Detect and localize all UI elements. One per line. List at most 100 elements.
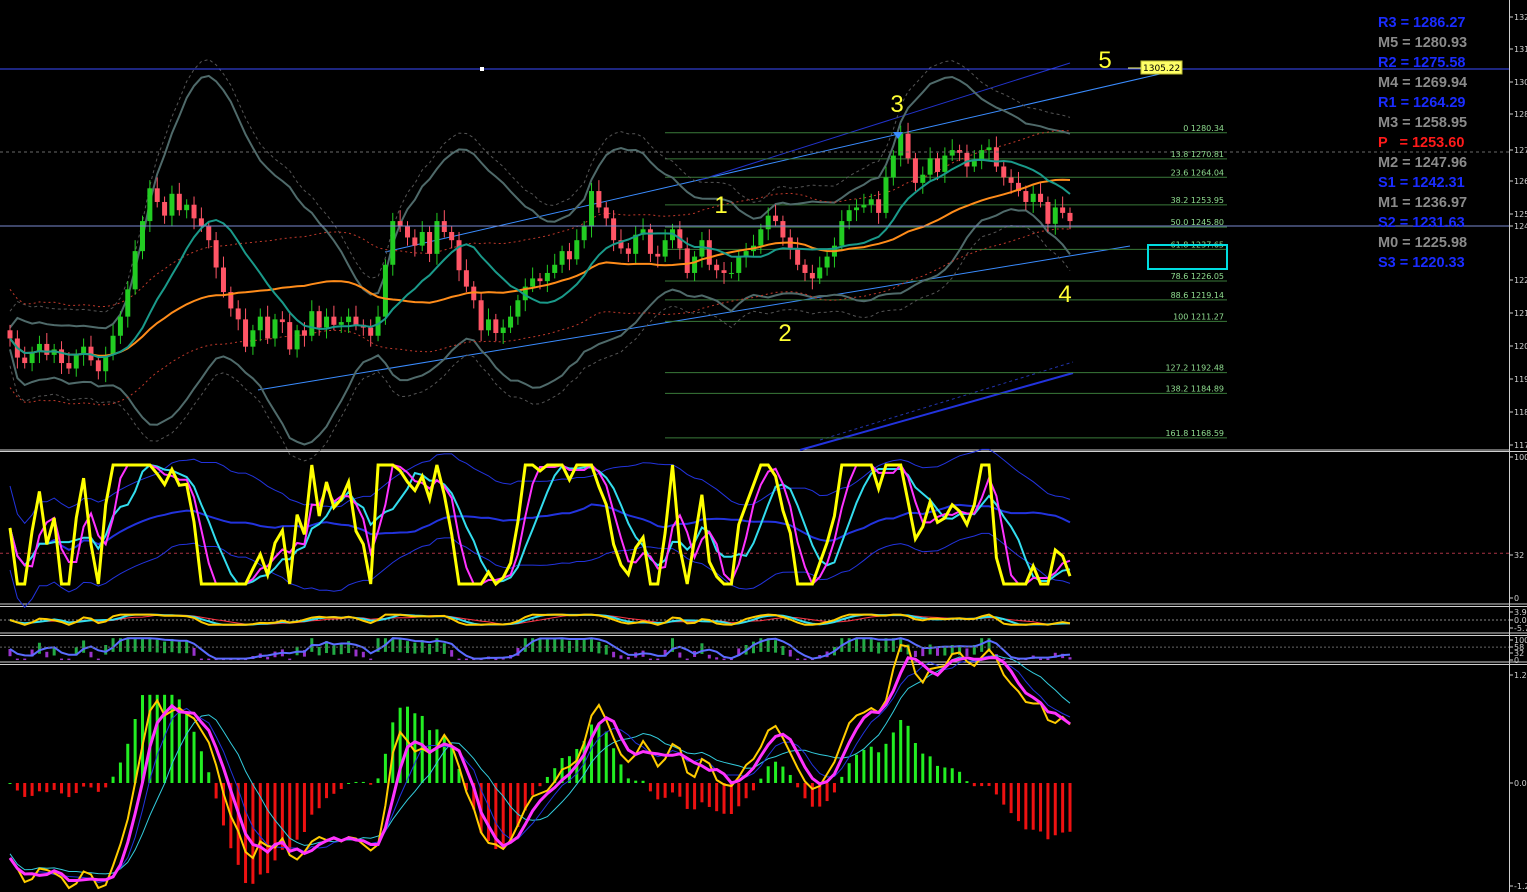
volume-osc-bar [450,650,454,657]
pivot-level: M4 = 1269.94 [1378,75,1468,91]
macd-hist-bar [958,771,962,783]
candle-body [235,308,241,320]
candle-body [7,330,13,339]
macd-hist-bar [994,783,998,795]
macd-hist-bar [199,751,203,783]
candle-body [552,264,558,273]
macd-hist-bar [641,780,645,783]
macd-hist-bar [15,783,19,791]
pivot-level: R3 = 1286.27 [1378,15,1466,31]
macd-hist-bar [729,783,733,814]
volume-osc-bar [774,640,778,653]
macd-hist-bar [796,783,800,788]
candle-body [890,155,896,178]
candle-body [942,155,948,172]
volume-osc-bar [192,647,196,656]
macd-hist-bar [361,781,365,783]
macd-hist-bar [862,749,866,783]
volume-osc-bar [612,651,616,658]
candle-body [272,319,278,339]
axis-tick-label: 125 [1514,210,1527,219]
candle-body [736,256,742,273]
macd-hist-bar [317,783,321,809]
fib-level-label: 78.6 1226.05 [1171,272,1224,281]
pivot-level: M5 = 1280.93 [1378,35,1468,51]
candle-body [463,270,469,287]
pivot-level: M3 = 1258.95 [1378,115,1468,131]
volume-osc-bar [413,642,417,654]
volume-osc-bar [60,658,64,661]
volume-osc-bar [913,650,917,657]
fib-level-label: 38.2 1253.95 [1171,196,1224,205]
volume-osc-bar [1039,658,1043,661]
macd-hist-bar [884,743,888,783]
fib-level-label: 88.6 1219.14 [1171,291,1224,300]
pivot-level: M1 = 1236.97 [1378,195,1468,211]
macd-hist-bar [288,783,292,851]
candle-body [662,240,668,257]
macd-hist-bar [663,783,667,798]
macd-hist-bar [1068,783,1072,832]
macd-hist-bar [965,781,969,783]
volume-osc-bar [207,658,211,661]
pivot-level: M0 = 1225.98 [1378,235,1468,251]
volume-osc-bar [943,647,947,656]
macd-hist-bar [82,783,86,787]
macd-hist-bar [207,772,211,783]
candle-body [971,161,977,167]
fib-level-label: 127.2 1192.48 [1165,364,1224,373]
candle-body [795,248,801,265]
candle-body [250,330,256,347]
volume-osc-bar [928,644,932,655]
volume-osc-bar [560,638,564,652]
candle-body [206,226,212,241]
candle-body [993,147,999,167]
fib-level-label: 0 1280.34 [1183,124,1224,133]
volume-osc-bar [339,644,343,655]
candle-body [1008,177,1014,183]
candle-body [515,300,521,317]
volume-osc-bar [803,658,807,661]
macd-hist-bar [1031,783,1035,830]
macd-hist-bar [118,762,122,783]
macd-hist-bar [310,783,314,815]
target-marker [480,67,484,71]
fib-level-label: 23.6 1264.04 [1171,168,1224,177]
axis-tick-label: 117 [1514,441,1527,450]
macd-hist-bar [104,783,108,788]
volume-osc-bar [361,651,365,658]
macd-hist-bar [788,774,792,783]
candle-body [706,240,712,265]
pivot-level: S2 = 1231.63 [1378,215,1465,231]
volume-osc-bar [545,638,549,652]
volume-osc-bar [428,644,432,655]
candle-body [1067,212,1073,222]
volume-osc-bar [575,638,579,652]
volume-osc-bar [89,651,93,658]
macd-hist-bar [744,783,748,799]
macd-hist-bar [545,776,549,783]
macd-hist-bar [928,756,932,783]
candle-body [625,248,631,254]
volume-osc-bar [538,639,542,653]
volume-osc-bar [648,658,652,661]
candle-body [699,240,705,257]
volume-osc-bar [715,657,719,660]
candle-body [66,363,72,369]
candle-body [449,232,455,241]
volume-osc-bar [464,658,468,661]
pivot-level: R2 = 1275.58 [1378,55,1466,71]
volume-osc-bar [141,638,144,652]
candle-body [589,191,595,227]
volume-osc-bar [626,656,630,660]
volume-osc-bar [656,658,660,661]
axis-tick-label: 127 [1514,146,1527,155]
wave-label: 4 [1058,281,1071,308]
macd-hist-bar [1039,783,1043,832]
macd-hist-bar [52,783,56,790]
candle-body [132,251,138,290]
fib-level-label: 161.8 1168.59 [1165,429,1224,438]
macd-hist-bar [832,783,836,793]
candle-body [721,270,727,273]
candle-body [574,240,580,260]
